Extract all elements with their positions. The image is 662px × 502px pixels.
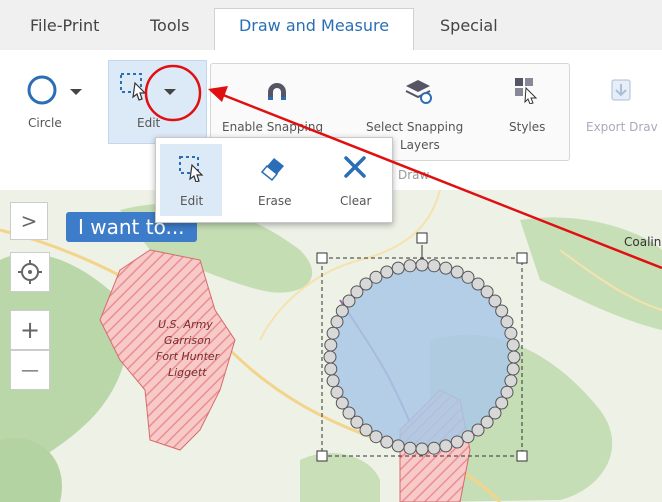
- export-drawings-button[interactable]: Export Drav: [580, 72, 662, 152]
- circle-label: Circle: [28, 116, 62, 130]
- circle-vertex[interactable]: [335, 396, 349, 410]
- styles-label: Styles: [509, 120, 546, 134]
- magnet-icon: [268, 83, 286, 100]
- zoom-out-button[interactable]: —: [10, 350, 50, 390]
- place-label-line-2: Garrison: [164, 334, 211, 347]
- circle-vertex[interactable]: [427, 441, 441, 455]
- draw-group-label: Draw: [398, 168, 430, 182]
- place-label-line-3: Fort Hunter: [156, 350, 221, 363]
- resize-handle[interactable]: [516, 450, 528, 462]
- export-label: Export Drav: [586, 120, 658, 134]
- edit-select-icon: [179, 156, 204, 182]
- tab-file-print[interactable]: File-Print: [30, 16, 99, 35]
- circle-vertex[interactable]: [369, 270, 383, 284]
- caret-down-icon[interactable]: [68, 84, 84, 100]
- menu-item-erase-label: Erase: [258, 194, 292, 208]
- styles-button[interactable]: Styles: [495, 72, 555, 152]
- circle-vertex[interactable]: [391, 261, 405, 275]
- circle-vertex[interactable]: [504, 326, 518, 340]
- circle-vertex[interactable]: [504, 374, 518, 388]
- circle-vertex[interactable]: [427, 259, 441, 273]
- circle-vertex[interactable]: [391, 439, 405, 453]
- menu-item-clear-label: Clear: [340, 194, 372, 208]
- circle-vertex[interactable]: [323, 350, 337, 364]
- circle-vertex[interactable]: [380, 435, 394, 449]
- circle-vertex[interactable]: [439, 439, 453, 453]
- circle-vertex[interactable]: [500, 385, 514, 399]
- circle-vertex[interactable]: [403, 441, 417, 455]
- caret-down-icon: [164, 89, 176, 95]
- locate-button[interactable]: [10, 252, 50, 292]
- circle-vertex[interactable]: [326, 326, 340, 340]
- minus-icon: —: [21, 359, 39, 381]
- circle-outline-icon: [27, 75, 57, 105]
- circle-vertex[interactable]: [380, 265, 394, 279]
- menu-item-edit-label: Edit: [180, 194, 204, 208]
- resize-handle[interactable]: [316, 252, 328, 264]
- edit-select-icon: [120, 73, 147, 101]
- place-label-line-4: Liggett: [168, 366, 207, 379]
- rotate-handle[interactable]: [416, 232, 428, 244]
- circle-vertex[interactable]: [439, 261, 453, 275]
- circle-vertex[interactable]: [450, 435, 464, 449]
- edit-dropdown-menu: Edit Erase Clear: [155, 137, 393, 223]
- circle-vertex[interactable]: [324, 338, 338, 352]
- export-download-icon: [611, 79, 631, 101]
- resize-handle[interactable]: [316, 450, 328, 462]
- tab-draw-and-measure[interactable]: Draw and Measure: [214, 8, 414, 50]
- place-label-line-1: U.S. Army: [158, 318, 213, 331]
- circle-vertex[interactable]: [506, 338, 520, 352]
- menu-item-erase[interactable]: Erase: [242, 144, 304, 216]
- resize-handle[interactable]: [516, 252, 528, 264]
- circle-vertex[interactable]: [415, 258, 429, 272]
- enable-snapping-label: Enable Snapping: [222, 120, 324, 134]
- circle-vertex[interactable]: [403, 259, 417, 273]
- zoom-in-button[interactable]: +: [10, 310, 50, 350]
- styles-grid-icon: [515, 78, 538, 104]
- circle-button[interactable]: Circle: [20, 60, 100, 130]
- city-label: Coaling: [624, 235, 662, 249]
- plus-icon: +: [19, 316, 41, 344]
- menu-item-clear[interactable]: Clear: [324, 144, 386, 216]
- layers-pointer-icon: [405, 80, 432, 104]
- close-x-icon: [344, 156, 366, 178]
- edit-label: Edit: [137, 116, 161, 130]
- expand-panel-button[interactable]: >: [10, 202, 48, 240]
- select-snapping-label-line1: Select Snapping: [366, 120, 464, 134]
- edit-dropdown-button[interactable]: [150, 72, 188, 110]
- circle-vertex[interactable]: [415, 442, 429, 456]
- chevron-right-icon: >: [20, 209, 38, 233]
- menu-item-edit[interactable]: Edit: [160, 144, 222, 216]
- circle-vertex[interactable]: [506, 362, 520, 376]
- circle-vertex[interactable]: [500, 315, 514, 329]
- circle-vertex[interactable]: [330, 385, 344, 399]
- circle-vertex[interactable]: [461, 430, 475, 444]
- select-snapping-label-line2: Layers: [400, 138, 440, 152]
- circle-vertex[interactable]: [495, 304, 509, 318]
- circle-vertex[interactable]: [507, 350, 521, 364]
- circle-vertex[interactable]: [330, 315, 344, 329]
- circle-vertex[interactable]: [324, 362, 338, 376]
- circle-vertex[interactable]: [326, 374, 340, 388]
- tab-bar: File-Print Tools Draw and Measure Specia…: [0, 0, 662, 51]
- tab-special[interactable]: Special: [440, 16, 498, 35]
- circle-vertex[interactable]: [450, 265, 464, 279]
- tab-tools[interactable]: Tools: [150, 16, 189, 35]
- eraser-icon: [260, 158, 284, 182]
- locate-crosshair-icon: [18, 260, 42, 284]
